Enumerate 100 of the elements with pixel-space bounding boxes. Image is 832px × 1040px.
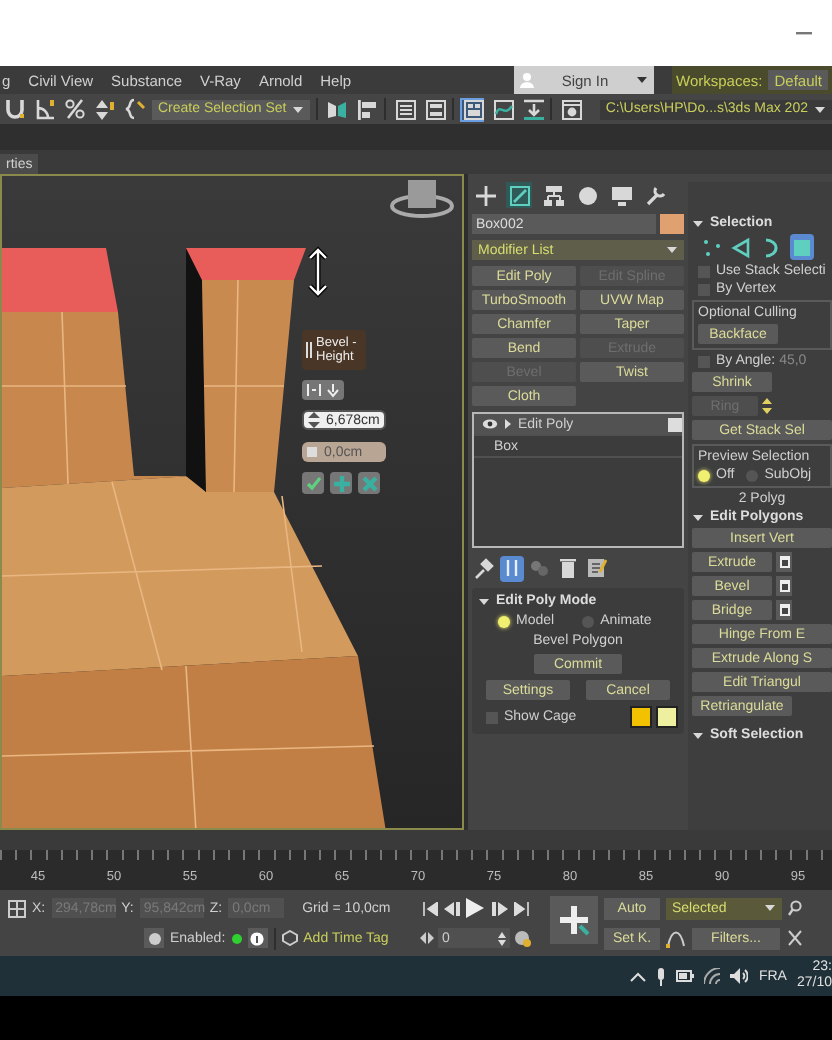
skip-back-icon — [421, 901, 437, 915]
monitor-icon — [609, 183, 633, 207]
magnet-icon[interactable] — [3, 98, 25, 120]
vertex-icon — [700, 235, 724, 259]
wifi-icon[interactable] — [704, 968, 721, 984]
caret-icon — [292, 103, 305, 115]
align-icon[interactable] — [355, 98, 378, 120]
grid-icon[interactable] — [8, 899, 26, 917]
cage-color-swatch[interactable] — [656, 706, 678, 728]
pin-icon — [472, 556, 496, 580]
panel-tab[interactable] — [608, 182, 634, 208]
polygon-icon — [790, 235, 814, 259]
mirror-icon[interactable] — [325, 98, 348, 120]
curve-icon[interactable] — [491, 98, 514, 120]
tangent-icon[interactable] — [666, 928, 686, 948]
hierarchy-icon — [541, 183, 565, 207]
stack-tool[interactable] — [556, 555, 580, 581]
info-button[interactable] — [247, 928, 268, 948]
resize-cursor-icon — [307, 246, 329, 298]
eye-icon — [482, 418, 498, 430]
stack-tool[interactable] — [584, 555, 608, 581]
speaker-icon[interactable] — [730, 968, 749, 984]
go-to-start-button[interactable] — [420, 898, 438, 918]
subobject-level[interactable] — [700, 234, 724, 260]
key-mode-icon[interactable] — [420, 932, 434, 944]
caddy-mode-button[interactable] — [302, 380, 344, 400]
caret-icon — [666, 244, 678, 256]
settings-button[interactable] — [776, 600, 792, 620]
caret-icon — [478, 595, 490, 607]
caret-icon — [692, 511, 704, 523]
play-icon — [466, 898, 484, 918]
key-plus-icon — [558, 904, 590, 936]
next-frame-button[interactable] — [490, 898, 508, 918]
time-config-icon[interactable] — [514, 929, 532, 947]
layers-icon[interactable] — [423, 98, 446, 120]
wrench-icon — [643, 183, 667, 207]
globe-icon — [147, 931, 161, 945]
panel-tab[interactable] — [540, 182, 566, 208]
render-icon[interactable] — [559, 98, 582, 120]
microphone-icon[interactable] — [656, 967, 667, 985]
caret-icon — [692, 729, 704, 741]
radio-button[interactable] — [582, 615, 595, 627]
checkbox[interactable] — [486, 711, 498, 723]
cancel-button[interactable] — [358, 472, 380, 494]
maximize-icon[interactable] — [788, 930, 802, 946]
confirm-button[interactable] — [302, 472, 324, 494]
download-icon[interactable] — [521, 98, 544, 120]
cross-icon — [361, 475, 377, 491]
object-color-swatch[interactable] — [660, 214, 684, 234]
unique-icon — [528, 556, 552, 580]
zoom-icon[interactable] — [788, 900, 802, 916]
caret-icon — [764, 902, 776, 914]
tag-icon[interactable] — [281, 930, 298, 946]
play-button[interactable] — [464, 898, 486, 918]
ribbon-icon[interactable] — [461, 98, 484, 120]
cage-color-swatch[interactable] — [630, 706, 652, 728]
plus-icon — [473, 183, 497, 207]
list-icon[interactable] — [393, 98, 416, 120]
plus-icon — [333, 475, 349, 491]
stack-tool[interactable] — [472, 555, 496, 581]
percent-icon[interactable] — [63, 98, 85, 120]
arrow-down-icon — [326, 382, 340, 398]
panel-tab[interactable] — [472, 182, 498, 208]
grip-icon — [306, 342, 312, 358]
viewcube-icon[interactable] — [390, 180, 454, 218]
radio-button[interactable] — [498, 615, 510, 627]
segments-icon — [306, 382, 322, 398]
spinner-icon[interactable] — [762, 398, 772, 414]
angle-icon[interactable] — [33, 98, 55, 120]
stack-tool[interactable] — [500, 555, 524, 581]
skip-forward-icon — [513, 901, 529, 915]
caret-icon — [814, 103, 826, 115]
minimize-icon — [796, 30, 812, 36]
modify-icon — [507, 183, 531, 207]
configure-icon — [584, 556, 608, 580]
caret-icon — [692, 217, 704, 229]
step-back-icon — [443, 901, 459, 915]
panel-tab[interactable] — [574, 182, 600, 208]
panel-tab[interactable] — [506, 182, 532, 208]
isolate-button[interactable] — [144, 928, 164, 948]
user-icon — [520, 72, 535, 88]
settings-button[interactable] — [776, 552, 792, 572]
radio-button[interactable] — [698, 469, 710, 481]
battery-icon[interactable] — [676, 970, 695, 982]
circle-icon — [575, 183, 599, 207]
chevron-up-icon[interactable] — [630, 971, 647, 981]
previous-frame-button[interactable] — [442, 898, 460, 918]
panel-tab[interactable] — [642, 182, 668, 208]
edge-icon — [730, 235, 754, 259]
spinner-icon — [308, 412, 320, 428]
caret-icon — [636, 74, 649, 86]
spinner-icon[interactable] — [93, 98, 115, 120]
go-to-end-button[interactable] — [512, 898, 530, 918]
settings-button[interactable] — [776, 576, 792, 596]
expand-icon — [504, 418, 512, 430]
set-key-button[interactable] — [550, 896, 598, 944]
brace-icon[interactable] — [123, 98, 145, 120]
check-icon — [305, 475, 321, 491]
apply-button[interactable] — [330, 472, 352, 494]
subobject-level[interactable] — [730, 234, 754, 260]
